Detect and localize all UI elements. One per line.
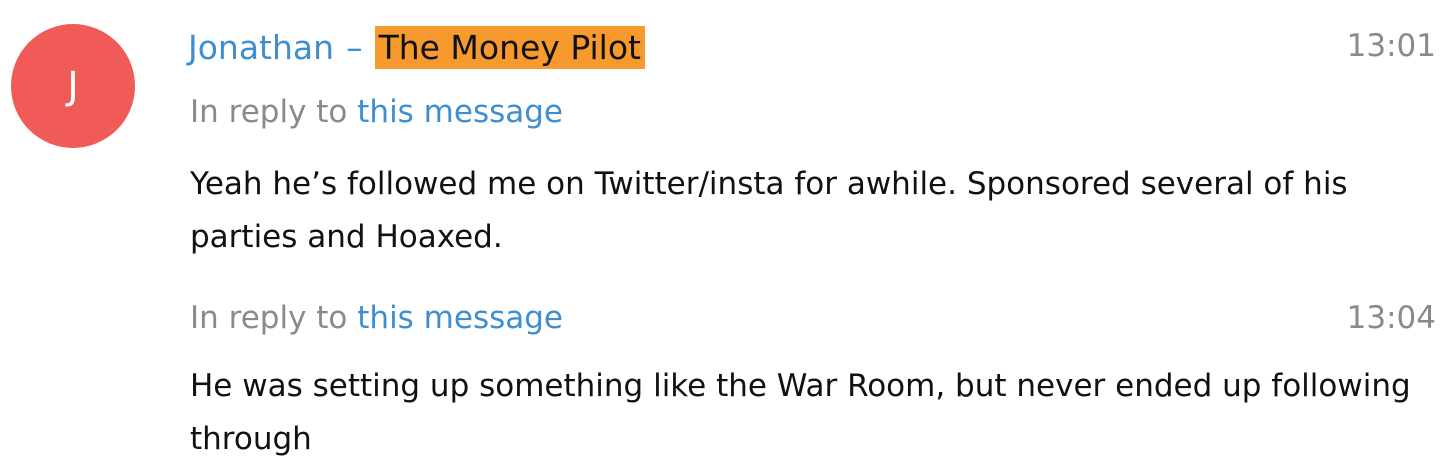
avatar[interactable]: J xyxy=(11,24,135,148)
name-separator: – xyxy=(346,27,363,67)
reply-prefix: In reply to xyxy=(190,94,348,130)
message-text: Yeah he’s followed me on Twitter/insta f… xyxy=(190,166,1348,255)
avatar-letter: J xyxy=(67,64,79,108)
reply-link[interactable]: this message xyxy=(357,300,563,336)
highlighted-name: The Money Pilot xyxy=(374,25,645,69)
message-header: Jonathan – The Money Pilot xyxy=(188,22,645,72)
reply-header: In reply to this message xyxy=(190,94,563,130)
message-text: He was setting up something like the War… xyxy=(190,368,1411,457)
message-time: 13:04 xyxy=(1346,300,1436,336)
sender-name[interactable]: Jonathan xyxy=(188,28,334,67)
reply-header: In reply to this message xyxy=(190,300,563,336)
reply-prefix: In reply to xyxy=(190,300,348,336)
message-time: 13:01 xyxy=(1346,28,1436,64)
reply-link[interactable]: this message xyxy=(357,94,563,130)
